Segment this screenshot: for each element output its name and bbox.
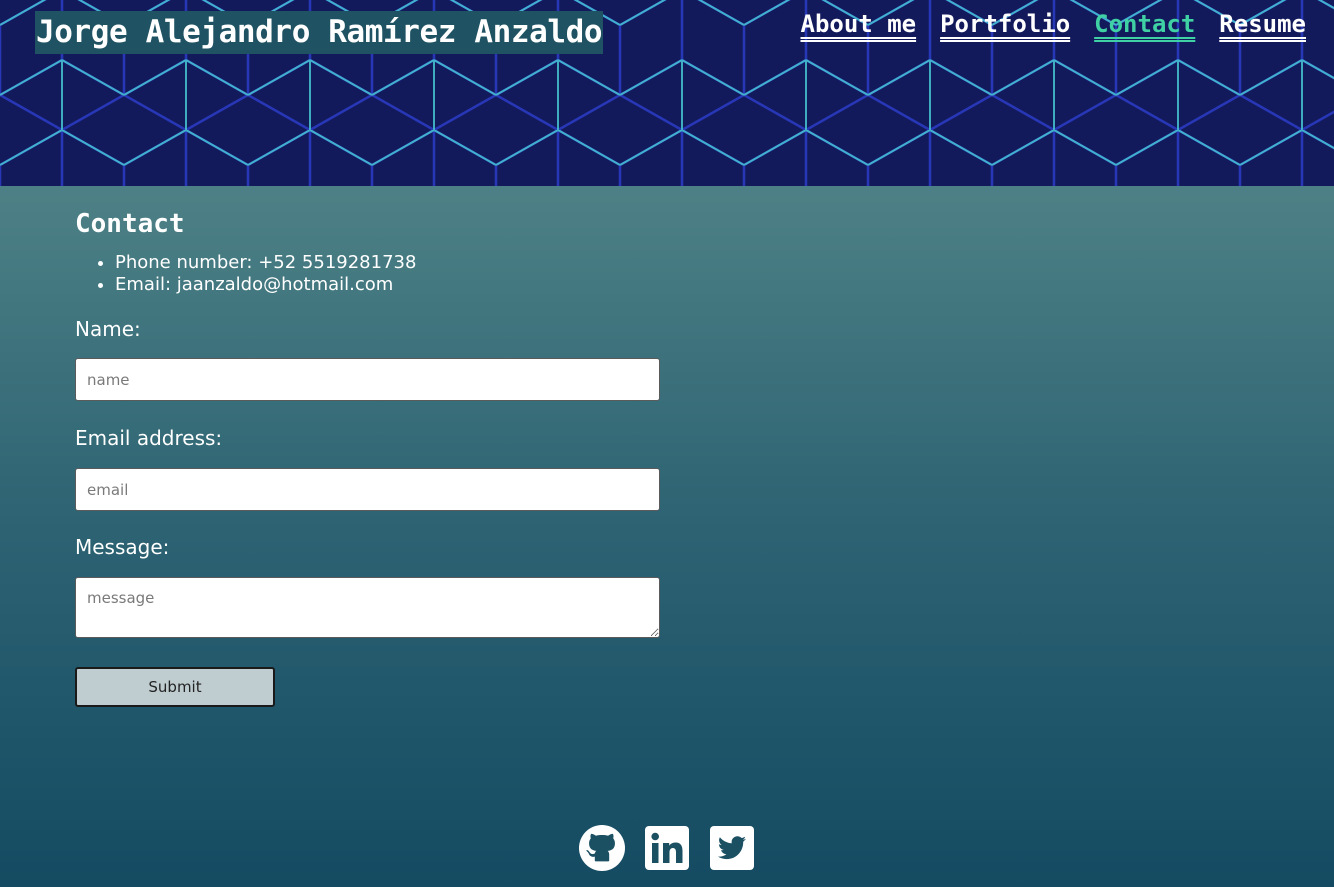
email-input[interactable] <box>75 468 660 511</box>
message-textarea[interactable] <box>75 577 660 638</box>
contact-details-list: Phone number: +52 5519281738 Email: jaan… <box>75 252 665 296</box>
nav-link-resume[interactable]: Resume <box>1219 8 1306 40</box>
page-title: Contact <box>75 209 185 239</box>
name-label: Name: <box>75 317 141 341</box>
github-icon <box>579 825 625 871</box>
nav-link-contact[interactable]: Contact <box>1094 8 1195 40</box>
twitter-link[interactable] <box>709 824 755 872</box>
email-label: Email address: <box>75 426 223 450</box>
social-links <box>0 824 1334 872</box>
site-header: Jorge Alejandro Ramírez Anzaldo About me… <box>0 0 1334 186</box>
phone-number-item: Phone number: +52 5519281738 <box>115 252 665 274</box>
linkedin-icon <box>645 826 689 870</box>
twitter-icon <box>710 826 754 870</box>
message-label: Message: <box>75 535 170 559</box>
name-input[interactable] <box>75 358 660 401</box>
submit-button[interactable]: Submit <box>75 667 275 707</box>
nav-link-about-me[interactable]: About me <box>801 8 917 40</box>
contact-section: Contact Phone number: +52 5519281738 Ema… <box>75 206 665 707</box>
site-title: Jorge Alejandro Ramírez Anzaldo <box>35 11 604 54</box>
email-item: Email: jaanzaldo@hotmail.com <box>115 274 665 296</box>
main-nav: About me Portfolio Contact Resume <box>801 8 1307 40</box>
nav-link-portfolio[interactable]: Portfolio <box>940 8 1070 40</box>
linkedin-link[interactable] <box>644 824 690 872</box>
github-link[interactable] <box>579 824 625 872</box>
